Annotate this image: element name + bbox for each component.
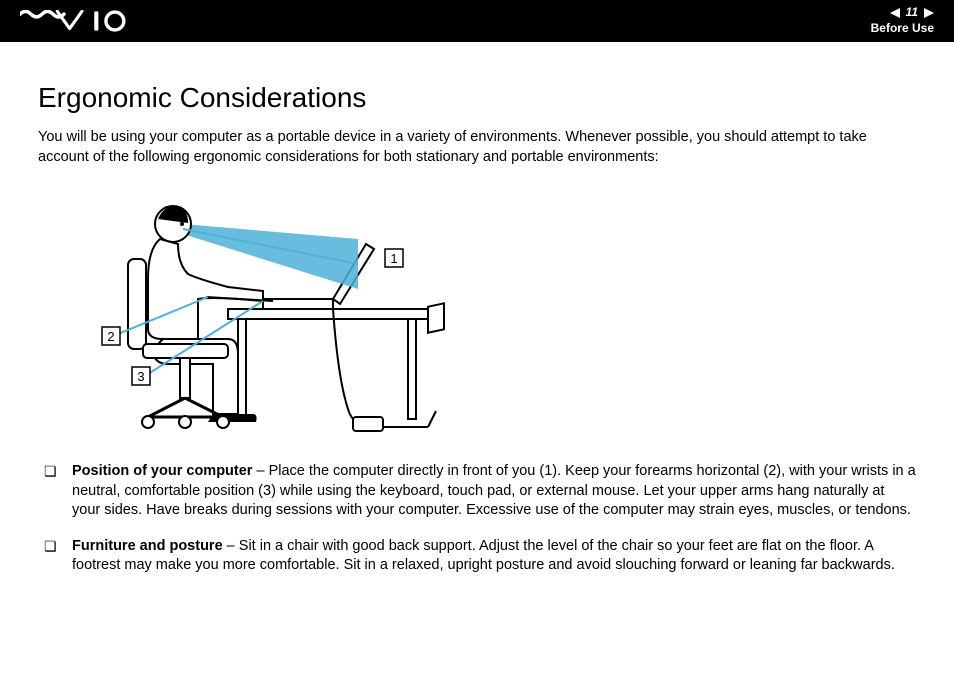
- list-item: Furniture and posture – Sit in a chair w…: [38, 537, 916, 576]
- callout-2: 2: [107, 329, 114, 344]
- prev-page-arrow-icon[interactable]: [890, 8, 900, 18]
- callout-1: 1: [390, 251, 397, 266]
- section-label: Before Use: [871, 21, 934, 37]
- page-content: Ergonomic Considerations You will be usi…: [0, 42, 954, 612]
- header-right: 11 Before Use: [871, 5, 934, 36]
- next-page-arrow-icon[interactable]: [924, 8, 934, 18]
- page-title: Ergonomic Considerations: [38, 82, 916, 114]
- bullet-term: Furniture and posture: [72, 538, 223, 554]
- intro-text: You will be using your computer as a por…: [38, 128, 916, 167]
- callout-3: 3: [137, 369, 144, 384]
- vaio-logo: [20, 10, 130, 32]
- bullet-list: Position of your computer – Place the co…: [38, 462, 916, 576]
- header-bar: 11 Before Use: [0, 0, 954, 42]
- bullet-term: Position of your computer: [72, 463, 252, 479]
- page-navigation: 11: [890, 5, 934, 21]
- list-item: Position of your computer – Place the co…: [38, 462, 916, 521]
- ergonomics-illustration: 1 2 3: [88, 179, 916, 444]
- page-number: 11: [906, 5, 918, 21]
